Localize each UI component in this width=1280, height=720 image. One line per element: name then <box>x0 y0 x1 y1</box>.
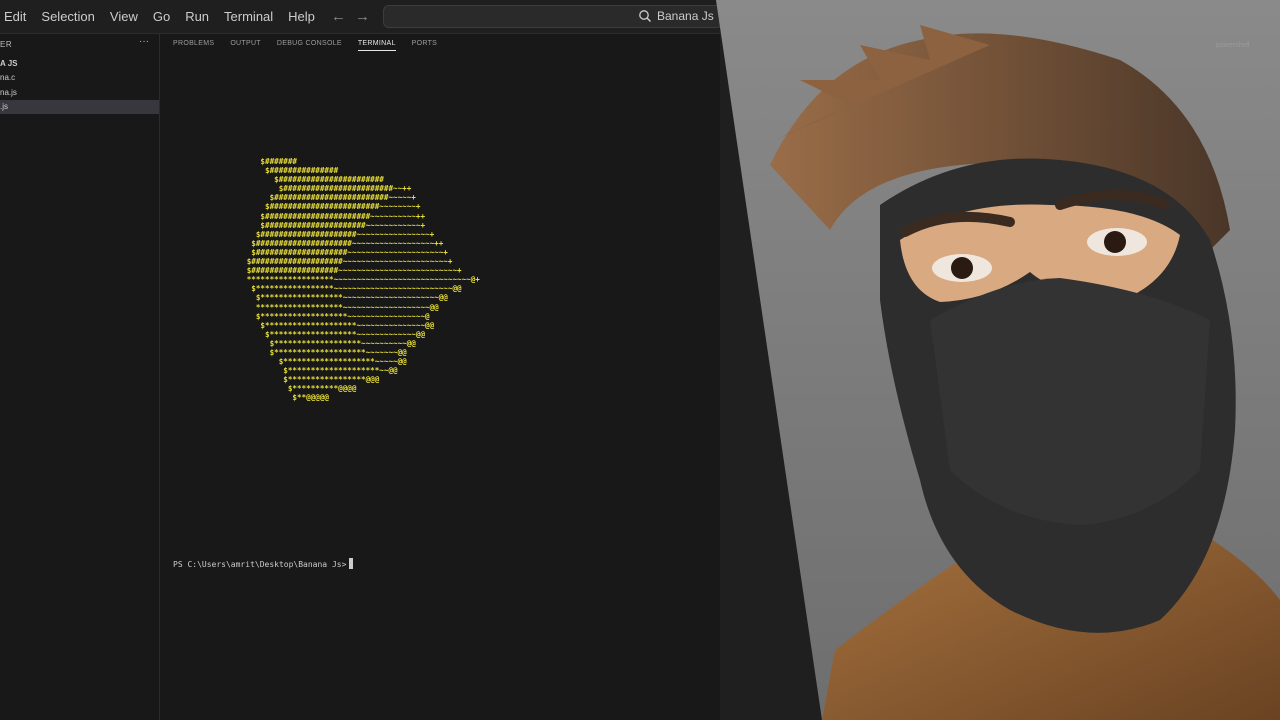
mask-lower <box>930 278 1210 525</box>
left-iris <box>951 257 973 279</box>
shell-label[interactable]: powershell <box>1216 42 1250 49</box>
character-illustration: powershell <box>716 0 1280 720</box>
right-iris <box>1104 231 1126 253</box>
